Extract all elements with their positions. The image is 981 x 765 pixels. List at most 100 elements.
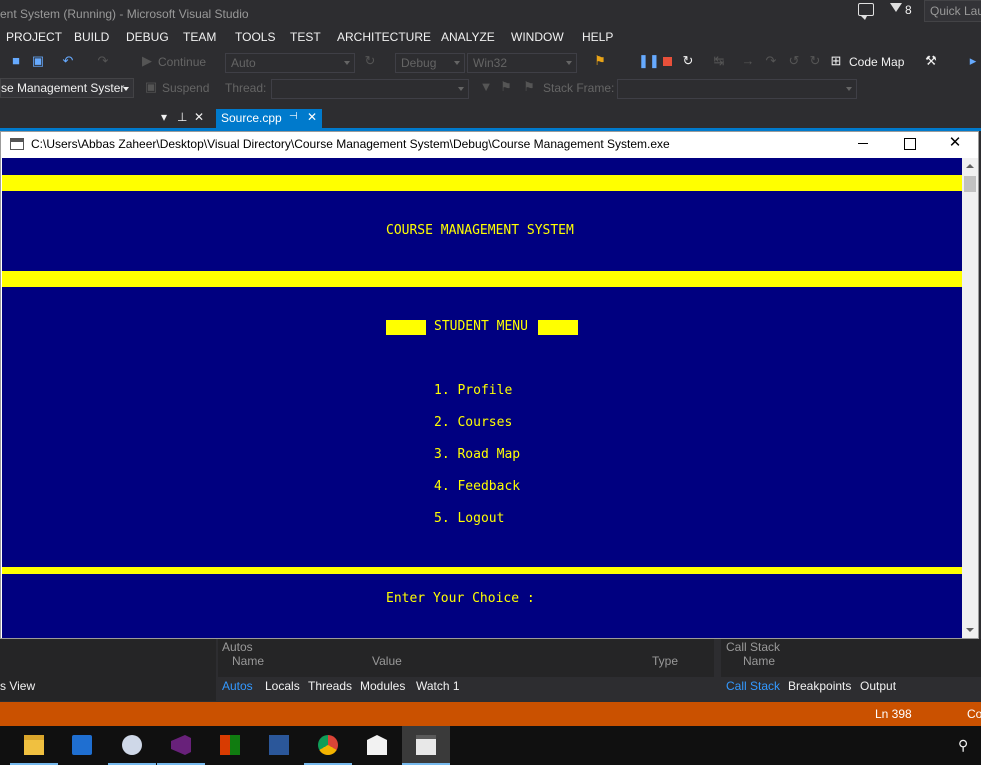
step-out-icon[interactable]: ↺ [787,54,801,68]
menu-tools[interactable]: TOOLS [235,30,275,44]
menu-architecture[interactable]: ARCHITECTURE [337,30,431,44]
tab-source-label: Source.cpp [221,111,282,125]
scroll-thumb[interactable] [964,176,976,192]
save-icon[interactable]: ■ [9,54,23,68]
redo-icon[interactable]: ↷ [96,54,110,68]
tab-threads[interactable]: Threads [308,679,352,693]
bottom-tool-windows: s View Autos Name Value Type Autos Local… [0,639,981,701]
autos-col-name[interactable]: Name [232,654,264,668]
store-icon[interactable] [58,726,106,765]
step-over-icon[interactable]: ↷ [764,54,778,68]
menu-help[interactable]: HELP [582,30,613,44]
diagnostics-icon[interactable]: ⚒ [924,54,938,68]
suspend-button[interactable]: Suspend [162,81,209,95]
paint-icon[interactable] [108,726,156,765]
console-app-icon[interactable] [402,726,450,765]
mail-icon[interactable] [353,726,401,765]
console-scrollbar[interactable] [962,158,978,638]
undo-icon[interactable]: ↶ [61,54,75,68]
scroll-up-icon[interactable] [966,164,974,168]
platform-combo[interactable]: Win32 [467,53,577,73]
menu-test[interactable]: TEST [290,30,321,44]
restart-icon[interactable]: ↻ [681,54,695,68]
tab-source-cpp[interactable]: Source.cpp ⊣ ✕ [216,109,322,128]
menu-title-right-block [538,320,578,335]
pin-tab-icon[interactable]: ⊣ [289,111,298,122]
feedback-filter-icon[interactable] [890,3,902,12]
callstack-col-name[interactable]: Name [743,654,775,668]
flag-threads-icon[interactable]: ⚑ [499,80,513,94]
maximize-button[interactable] [886,132,932,156]
status-line: Ln 398 [875,707,912,721]
tab-dropdown-icon[interactable]: ▾ [161,110,167,124]
chrome-icon[interactable] [304,726,352,765]
tab-locals[interactable]: Locals [265,679,300,693]
menu-option-courses: 2. Courses [434,415,513,430]
stack-frame-combo[interactable] [617,79,857,99]
close-button[interactable]: ✕ [932,132,978,156]
close-icon[interactable]: ✕ [194,110,204,124]
tab-output[interactable]: Output [860,679,896,693]
user-icon[interactable]: ⚲ [958,737,968,754]
process-icon[interactable]: ⚑ [593,54,607,68]
yellow-band-bottom [2,567,962,574]
status-bar: Ln 398 Co [0,702,981,726]
tab-modules[interactable]: Modules [360,679,405,693]
tab-watch-1[interactable]: Watch 1 [416,679,460,693]
menu-analyze[interactable]: ANALYZE [441,30,495,44]
menu-build[interactable]: BUILD [74,30,109,44]
thread-label: Thread: [225,81,267,95]
code-map-button[interactable]: Code Map [849,55,904,69]
suspend-icon[interactable]: ▣ [144,80,158,94]
continue-icon[interactable]: ▶ [140,54,154,68]
pin-icon[interactable]: ⊥ [177,110,187,124]
notifications-icon[interactable] [858,3,874,20]
office-icon[interactable] [206,726,254,765]
minimize-button[interactable] [840,132,886,156]
menu-debug[interactable]: DEBUG [126,30,169,44]
document-tabs: ▾ ⊥ ✕ Source.cpp ⊣ ✕ [0,108,981,128]
stack-frame-label: Stack Frame: [543,81,615,95]
autos-combo[interactable]: Auto [225,53,355,73]
choice-prompt: Enter Your Choice : [386,591,535,606]
stop-icon[interactable] [660,54,674,68]
menu-team[interactable]: TEAM [183,30,216,44]
configuration-combo[interactable]: Debug [395,53,465,73]
menu-window[interactable]: WINDOW [511,30,564,44]
tab-autos[interactable]: Autos [222,679,253,693]
menu-option-profile: 1. Profile [434,383,513,398]
left-panel-tab[interactable]: s View [0,679,35,693]
standard-toolbar: ■ ▣ ↶ ↷ ▶ Continue Auto ↻ Debug Win32 ⚑ … [0,50,981,74]
code-map-icon[interactable]: ⊞ [829,54,843,68]
tab-breakpoints[interactable]: Breakpoints [788,679,851,693]
quick-launch-input[interactable]: Quick Lau [924,0,981,22]
tab-call-stack[interactable]: Call Stack [726,679,780,693]
toolbar-overflow-icon[interactable]: ▸ [966,54,980,68]
file-explorer-icon[interactable] [10,726,58,765]
show-flagged-icon[interactable]: ⚑ [522,80,536,94]
pause-icon[interactable]: ❚❚ [638,54,660,68]
scroll-down-icon[interactable] [966,628,974,632]
refresh-icon[interactable]: ↻ [363,54,377,68]
console-output[interactable]: COURSE MANAGEMENT SYSTEM STUDENT MENU 1.… [2,158,962,638]
console-titlebar[interactable]: C:\Users\Abbas Zaheer\Desktop\Visual Dir… [1,132,978,158]
process-combo[interactable]: se Management Syster [0,78,134,98]
autos-col-value[interactable]: Value [372,654,402,668]
show-next-statement-icon[interactable]: ↹ [712,54,726,68]
autos-col-type[interactable]: Type [652,654,678,668]
menu-project[interactable]: PROJECT [6,30,62,44]
autos-panel [218,639,714,677]
thread-combo[interactable] [271,79,469,99]
continue-button[interactable]: Continue [158,55,206,69]
visual-studio-icon[interactable] [157,726,205,765]
console-window[interactable]: C:\Users\Abbas Zaheer\Desktop\Visual Dir… [0,131,979,639]
menu-bar: PROJECT BUILD DEBUG TEAM TOOLS TEST ARCH… [0,28,981,48]
step-into-icon[interactable]: → [741,54,755,68]
menu-title-left-block [386,320,426,335]
save-all-icon[interactable]: ▣ [31,54,45,68]
step-back-icon[interactable]: ↻ [808,54,822,68]
close-tab-icon[interactable]: ✕ [307,110,317,124]
filter-threads-icon[interactable]: ▼ [479,80,493,94]
word-icon[interactable] [255,726,303,765]
console-title: C:\Users\Abbas Zaheer\Desktop\Visual Dir… [31,137,670,151]
